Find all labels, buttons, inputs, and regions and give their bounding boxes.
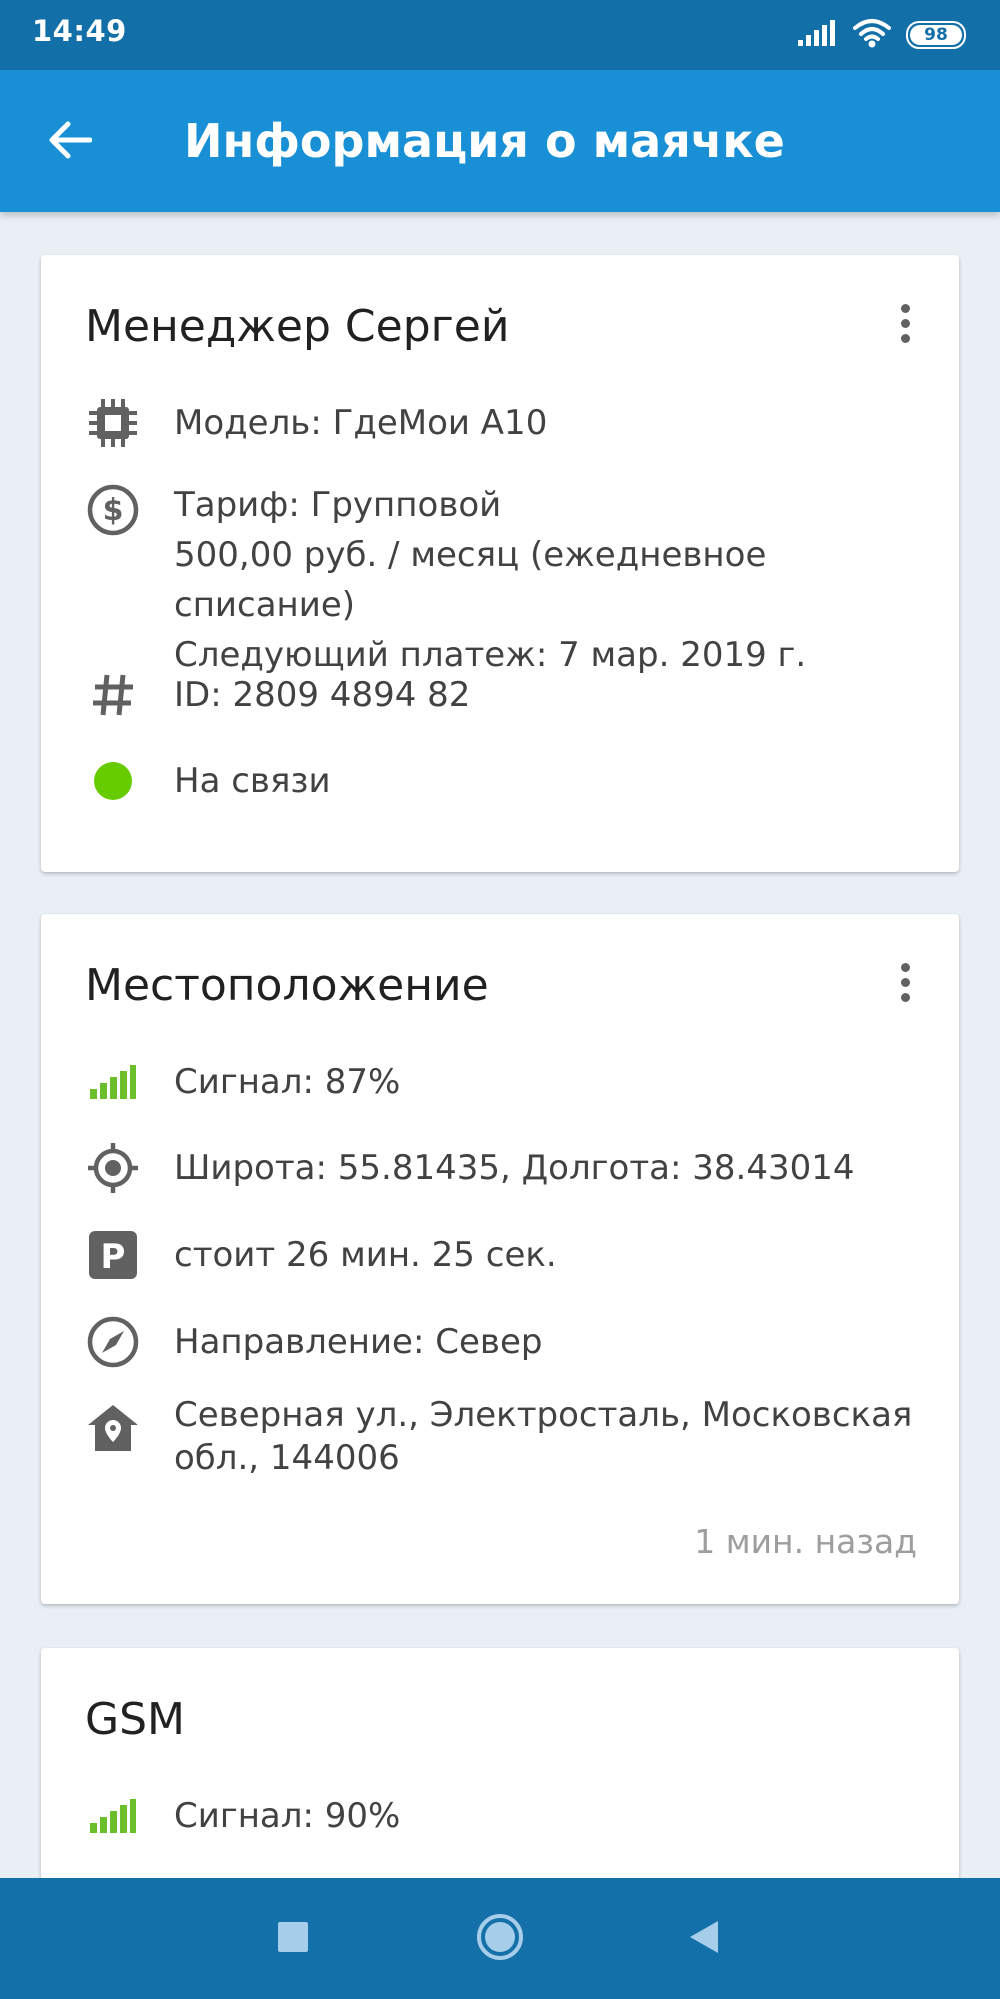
status-icons: 98 — [798, 18, 966, 52]
recents-button[interactable] — [260, 1906, 326, 1972]
online-status-text: На связи — [174, 761, 331, 801]
parked-text: стоит 26 мин. 25 сек. — [174, 1235, 557, 1275]
status-bar: 14:49 98 — [0, 0, 1000, 70]
battery-level: 98 — [910, 25, 962, 45]
system-back-button[interactable] — [670, 1906, 736, 1972]
direction-text: Направление: Север — [174, 1322, 543, 1362]
compass-icon — [85, 1314, 141, 1370]
battery-icon: 98 — [906, 21, 966, 49]
signal-bars-icon — [85, 1788, 141, 1844]
location-card: Местоположение Сигнал: 87% Широта: 55.81… — [41, 914, 959, 1604]
beacon-id: ID: 2809 4894 82 — [174, 675, 471, 715]
hash-icon — [85, 667, 141, 723]
signal-bars-icon — [85, 1054, 141, 1110]
chip-icon — [85, 395, 141, 451]
dollar-circle-icon: $ — [85, 482, 141, 538]
home-button[interactable] — [467, 1906, 533, 1972]
back-button[interactable] — [34, 106, 106, 178]
status-time: 14:49 — [32, 14, 127, 48]
more-vertical-icon — [900, 303, 910, 343]
location-more-button[interactable] — [881, 950, 929, 1014]
coords-text: Широта: 55.81435, Долгота: 38.43014 — [174, 1148, 855, 1188]
page-title: Информация о маячке — [184, 114, 785, 168]
back-triangle-icon — [686, 1919, 720, 1959]
svg-text:$: $ — [103, 493, 124, 528]
beacon-info-card: Менеджер Сергей Модель: ГдеМои А10 $ Тар… — [41, 255, 959, 872]
address-text: Северная ул., Электросталь, Московская о… — [174, 1395, 913, 1478]
parking-icon: P — [85, 1227, 141, 1283]
home-pin-icon — [85, 1400, 141, 1456]
gsm-title: GSM — [85, 1694, 185, 1745]
wifi-icon — [852, 18, 892, 52]
location-signal-text: Сигнал: 87% — [174, 1062, 401, 1102]
back-arrow-icon — [48, 120, 93, 164]
app-bar: Информация о маячке — [0, 70, 1000, 212]
more-vertical-icon — [900, 962, 910, 1002]
gsm-signal-text: Сигнал: 90% — [174, 1796, 401, 1836]
location-timestamp: 1 мин. назад — [694, 1522, 917, 1561]
gps-crosshair-icon — [85, 1140, 141, 1196]
signal-icon — [798, 20, 838, 50]
system-nav-bar — [0, 1878, 1000, 1999]
tariff-text: Тариф: Групповой 500,00 руб. / месяц (еж… — [174, 480, 919, 680]
home-circle-icon — [475, 1912, 525, 1966]
location-title: Местоположение — [85, 960, 489, 1011]
svg-text:P: P — [101, 1237, 126, 1277]
model-text: Модель: ГдеМои А10 — [174, 403, 548, 443]
beacon-more-button[interactable] — [881, 291, 929, 355]
tariff-name: Тариф: Групповой — [174, 485, 502, 525]
online-status-icon — [85, 753, 141, 809]
beacon-name: Менеджер Сергей — [85, 301, 510, 352]
recents-square-icon — [276, 1920, 310, 1958]
tariff-price: 500,00 руб. / месяц (ежедневное списание… — [174, 535, 767, 625]
